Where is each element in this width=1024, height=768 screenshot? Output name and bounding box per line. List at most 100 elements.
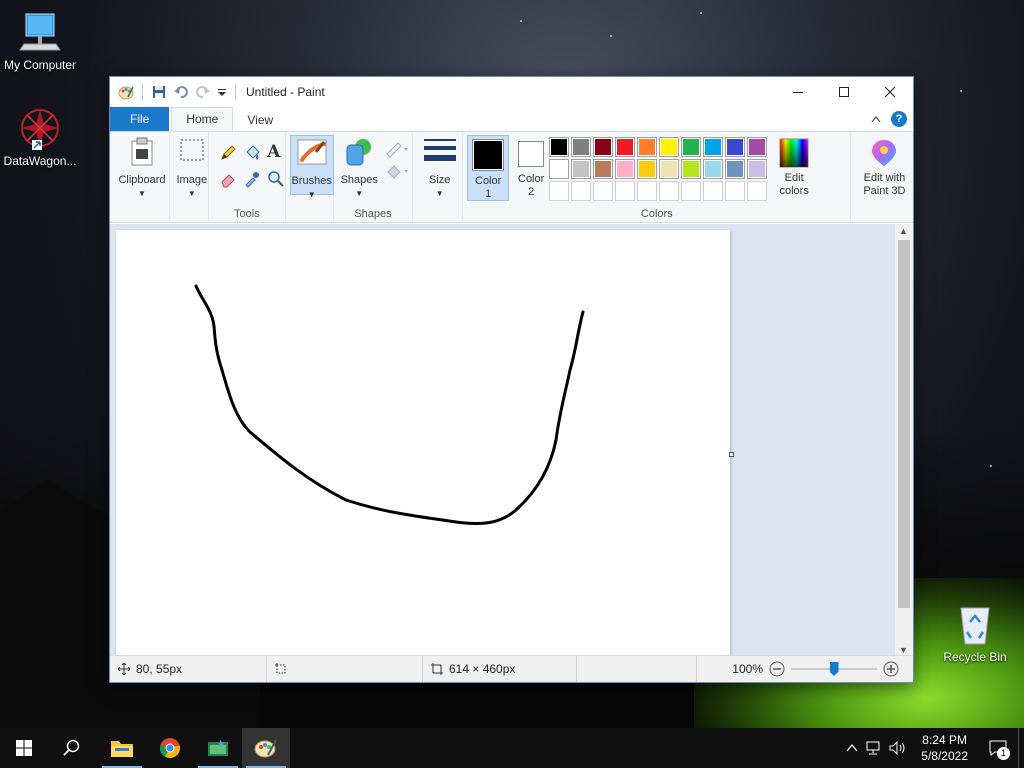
selection-size [267, 656, 423, 682]
palette-swatch[interactable] [725, 181, 746, 201]
palette-swatch[interactable] [703, 181, 724, 201]
clipboard-button[interactable]: Clipboard ▼ [115, 135, 169, 219]
drawing-canvas[interactable] [116, 230, 730, 660]
palette-swatch[interactable] [725, 159, 746, 179]
palette-swatch[interactable] [681, 159, 702, 179]
palette-swatch[interactable] [593, 181, 614, 201]
color1-button[interactable]: Color 1 [467, 135, 510, 201]
taskbar-file-explorer[interactable] [98, 728, 146, 768]
clock-date: 5/8/2022 [921, 749, 968, 763]
group-brushes: Brushes ▼ [286, 132, 335, 222]
palette-swatch[interactable] [549, 159, 570, 179]
volume-icon[interactable] [889, 741, 907, 755]
color2-button[interactable]: Color 2 [511, 135, 551, 201]
vertical-scrollbar[interactable]: ▲ ▼ [895, 224, 913, 657]
redo-icon[interactable] [195, 84, 211, 100]
palette-swatch[interactable] [637, 159, 658, 179]
palette-swatch[interactable] [615, 159, 636, 179]
zoom-slider[interactable] [791, 661, 877, 677]
notification-badge: 1 [997, 747, 1010, 760]
palette-swatch[interactable] [703, 137, 724, 157]
palette-swatch[interactable] [659, 159, 680, 179]
edit-colors-button[interactable]: Edit colors [771, 135, 817, 201]
color1-number: 1 [485, 188, 492, 200]
collapse-ribbon-icon[interactable] [871, 115, 881, 123]
clipboard-icon [131, 137, 153, 166]
outline-icon[interactable] [384, 140, 410, 158]
palette-swatch[interactable] [637, 181, 658, 201]
tab-home[interactable]: Home [171, 107, 234, 131]
taskbar-app[interactable] [194, 728, 242, 768]
palette-swatch[interactable] [747, 137, 768, 157]
palette-swatch[interactable] [703, 159, 724, 179]
close-button[interactable] [867, 77, 913, 107]
palette-swatch[interactable] [549, 181, 570, 201]
start-button[interactable] [0, 728, 48, 768]
group-tools: A Tools [209, 132, 286, 222]
canvas-resize-handle[interactable] [729, 452, 734, 457]
customize-toolbar-icon[interactable] [217, 84, 227, 100]
desktop-icon-recycle-bin[interactable]: Recycle Bin [935, 602, 1015, 664]
palette-swatch[interactable] [747, 159, 768, 179]
tab-file[interactable]: File [110, 107, 170, 131]
eraser-icon[interactable] [219, 170, 237, 188]
line-size-icon [423, 139, 456, 161]
fill-icon[interactable] [384, 162, 410, 180]
palette-swatch[interactable] [637, 137, 658, 157]
palette-swatch[interactable] [747, 181, 768, 201]
color-picker-icon[interactable] [243, 170, 261, 188]
zoom-controls: 100% [732, 661, 913, 677]
windows-logo-icon [16, 740, 32, 756]
tab-view[interactable]: View [233, 109, 287, 131]
cursor-position: 80, 55px [110, 656, 267, 682]
show-desktop-button[interactable] [1018, 728, 1024, 768]
desktop-icon-label: My Computer [3, 58, 77, 72]
text-tool-icon[interactable]: A [267, 142, 280, 162]
edit-with-paint3d-button[interactable]: Edit with Paint 3D [855, 135, 913, 201]
palette-swatch[interactable] [659, 137, 680, 157]
pencil-icon[interactable] [219, 144, 237, 162]
palette-swatch[interactable] [571, 159, 592, 179]
notification-button[interactable]: 1 [978, 728, 1018, 768]
palette-swatch[interactable] [593, 137, 614, 157]
taskbar-paint[interactable] [242, 728, 290, 768]
help-icon[interactable]: ? [891, 111, 907, 127]
undo-icon[interactable] [173, 84, 189, 100]
palette-swatch[interactable] [659, 181, 680, 201]
network-icon[interactable] [865, 741, 883, 755]
palette-swatch[interactable] [571, 181, 592, 201]
image-button[interactable]: Image ▼ [174, 135, 210, 219]
scrollbar-thumb[interactable] [898, 240, 910, 608]
fill-bucket-icon[interactable] [243, 144, 261, 162]
save-icon[interactable] [151, 84, 167, 100]
scroll-down-icon[interactable]: ▼ [899, 645, 908, 655]
shapes-button[interactable]: Shapes ▼ [338, 135, 380, 198]
search-button[interactable] [48, 728, 96, 768]
maximize-button[interactable] [821, 77, 867, 107]
palette-swatch[interactable] [725, 137, 746, 157]
desktop-icon-my-computer[interactable]: My Computer [0, 10, 80, 72]
palette-swatch[interactable] [571, 137, 592, 157]
size-button[interactable]: Size ▼ [417, 135, 463, 198]
palette-swatch[interactable] [615, 137, 636, 157]
palette-swatch[interactable] [681, 181, 702, 201]
minimize-icon [793, 92, 803, 93]
color1-label: Color [475, 175, 502, 187]
zoom-in-icon[interactable] [883, 661, 899, 677]
magnifier-icon[interactable] [267, 170, 285, 188]
desktop-icon-datawagon[interactable]: DataWagon... [0, 106, 80, 168]
brushes-button[interactable]: Brushes ▼ [289, 135, 334, 199]
palette-swatch[interactable] [681, 137, 702, 157]
palette-swatch[interactable] [549, 137, 570, 157]
zoom-slider-thumb[interactable] [829, 662, 839, 676]
scroll-up-icon[interactable]: ▲ [899, 226, 908, 236]
palette-swatch[interactable] [615, 181, 636, 201]
chevron-up-icon[interactable] [845, 741, 859, 755]
clock[interactable]: 8:24 PM 5/8/2022 [911, 732, 978, 764]
shapes-label: Shapes [340, 174, 378, 186]
palette-swatch[interactable] [593, 159, 614, 179]
minimize-button[interactable] [775, 77, 821, 107]
taskbar-chrome[interactable] [146, 728, 194, 768]
zoom-out-icon[interactable] [769, 661, 785, 677]
title-bar[interactable]: Untitled - Paint [110, 77, 913, 107]
